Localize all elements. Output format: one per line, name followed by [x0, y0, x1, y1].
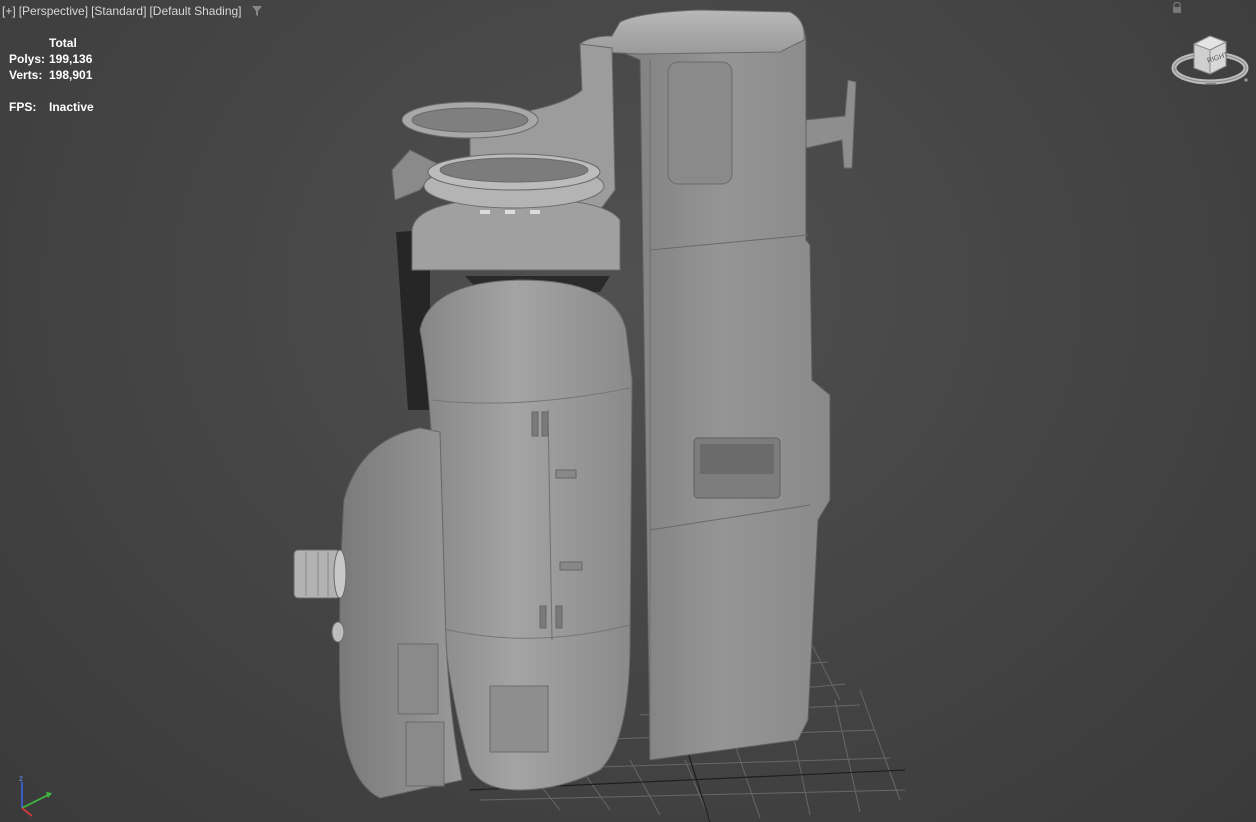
viewport-menu-button[interactable]: [+] [2, 4, 16, 18]
viewport-statistics: Total Polys: 199,136 Verts: 198,901 FPS:… [9, 35, 94, 115]
stats-header: Total [49, 36, 77, 50]
polys-row: Polys: 199,136 [9, 51, 94, 67]
preset-button[interactable]: [Standard] [91, 4, 146, 18]
verts-label: Verts: [9, 68, 43, 82]
stats-header-row: Total [9, 35, 94, 51]
view-mode-button[interactable]: [Perspective] [19, 4, 88, 18]
fps-row: FPS: Inactive [9, 99, 94, 115]
verts-row: Verts: 198,901 [9, 67, 94, 83]
polys-value: 199,136 [49, 52, 93, 66]
viewcube[interactable]: RIGHT [1166, 0, 1256, 100]
shading-mode-button[interactable]: [Default Shading] [149, 4, 241, 18]
fps-value: Inactive [49, 100, 94, 114]
viewport-label: [+] [Perspective] [Standard] [Default Sh… [2, 4, 263, 18]
filter-icon[interactable] [251, 5, 263, 17]
verts-value: 198,901 [49, 68, 93, 82]
axis-tripod: z [19, 774, 52, 817]
viewport-perspective[interactable]: [+] [Perspective] [Standard] [Default Sh… [0, 0, 1256, 822]
polys-label: Polys: [9, 52, 46, 66]
model-mesh [293, 9, 857, 799]
fps-label: FPS: [9, 100, 37, 114]
axis-z-label: z [19, 774, 23, 783]
